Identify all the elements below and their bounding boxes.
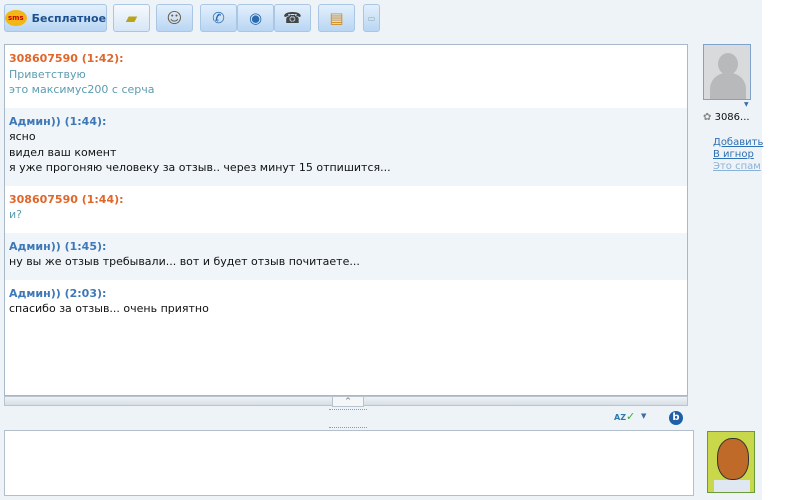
webcam-icon: ◉	[248, 9, 263, 27]
avatar-head-icon	[718, 53, 738, 75]
avatar-body-icon	[710, 73, 746, 99]
fax-button[interactable]: ☎	[274, 4, 311, 32]
message-text: спасибо за отзыв... очень приятно	[9, 302, 209, 315]
message-text: я уже прогоняю человеку за отзыв.. через…	[9, 161, 391, 174]
user-add-icon: ☺	[166, 9, 183, 27]
telephone-icon: ☎	[283, 9, 302, 27]
phone-icon: ✆	[212, 9, 225, 27]
more-icon: ▭	[367, 13, 376, 23]
message-text: это максимус200 с серча	[9, 83, 155, 96]
file-transfer-button[interactable]: ▰	[113, 4, 150, 32]
splitter-grip[interactable]	[329, 427, 367, 428]
message: Админ)) (1:44): ясно видел ваш комент я уже…	[5, 107, 687, 186]
bold-icon[interactable]: b	[669, 411, 683, 425]
message: 308607590 (1:42): Приветствую это максимус…	[5, 45, 687, 108]
status-flower-icon: ✿	[703, 112, 712, 123]
message-sender: 308607590 (1:44):	[9, 192, 124, 206]
message-text: видел ваш комент	[9, 145, 117, 159]
history-icon: ▤	[329, 9, 344, 27]
free-sms-label: Бесплатное	[31, 11, 107, 25]
spellcheck-label: AZ	[614, 413, 626, 422]
sms-icon: sms	[4, 10, 27, 26]
chevron-down-icon[interactable]: ▼	[641, 412, 646, 420]
avatar-shirt-icon	[714, 480, 750, 492]
message: 308607590 (1:44): и?	[5, 186, 687, 233]
contact-name-text: 3086...	[714, 112, 750, 123]
message-sender: Админ)) (2:03):	[9, 286, 107, 300]
call-button[interactable]: ✆	[200, 4, 237, 32]
contact-name: ✿ 3086...	[703, 112, 750, 123]
add-contact-link[interactable]: Добавить	[713, 137, 763, 148]
more-button[interactable]: ▭	[363, 4, 380, 32]
message-history[interactable]: 308607590 (1:42): Приветствую это максимус…	[4, 44, 688, 396]
message-text: ясно	[9, 130, 36, 143]
message: Админ)) (2:03): спасибо за отзыв... очень…	[5, 280, 687, 327]
splitter-grip[interactable]	[329, 409, 367, 410]
history-button[interactable]: ▤	[318, 4, 355, 32]
message: Админ)) (1:45): ну вы же отзыв требывали.…	[5, 232, 687, 280]
message-text: и?	[9, 208, 22, 221]
my-avatar[interactable]	[707, 431, 755, 493]
ignore-link[interactable]: В игнор	[713, 149, 754, 160]
message-input[interactable]	[4, 430, 694, 496]
splitter-bar[interactable]: ^	[4, 396, 688, 407]
chevron-down-icon[interactable]: ▼	[744, 101, 749, 108]
avatar-face-icon	[717, 438, 749, 480]
spam-link[interactable]: Это спам	[713, 161, 761, 172]
message-text: Приветствую	[9, 67, 86, 81]
message-text: ну вы же отзыв требывали... вот и будет …	[9, 255, 360, 268]
message-sender: Админ)) (1:45):	[9, 239, 107, 253]
free-sms-button[interactable]: sms Бесплатное	[4, 4, 107, 32]
contact-avatar[interactable]	[703, 44, 751, 100]
message-sender: Админ)) (1:44):	[9, 114, 107, 128]
folder-icon: ▰	[125, 9, 138, 27]
add-contact-button[interactable]: ☺	[156, 4, 193, 32]
video-button[interactable]: ◉	[237, 4, 274, 32]
chat-window: sms Бесплатное ▰ ☺ ✆ ◉ ☎ ▤ ▭ 308607590 (…	[0, 0, 763, 500]
collapse-button[interactable]: ^	[332, 396, 364, 407]
message-sender: 308607590 (1:42):	[9, 52, 124, 65]
spellcheck-icon[interactable]: AZ✓	[614, 410, 635, 423]
